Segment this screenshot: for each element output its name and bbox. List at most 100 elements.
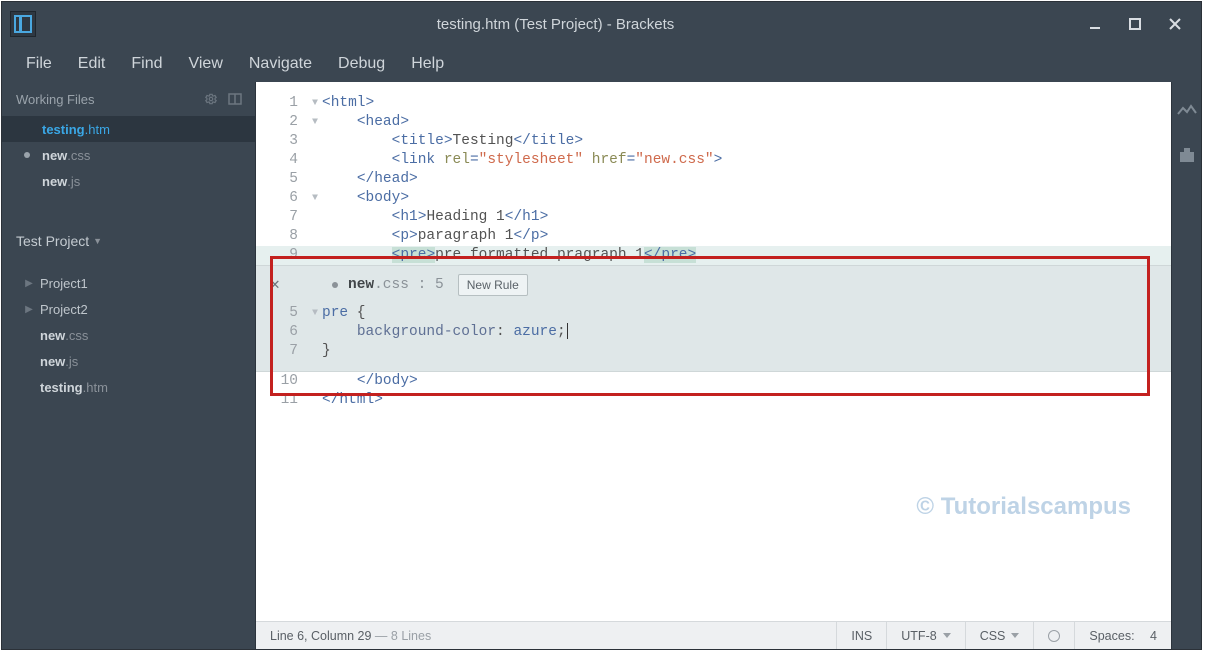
working-file-new-js[interactable]: new.js (2, 168, 255, 194)
close-button[interactable] (1155, 9, 1195, 39)
line-number: 1 (256, 94, 308, 113)
modified-dot-icon (24, 152, 30, 158)
maximize-button[interactable] (1115, 9, 1155, 39)
tok: "new.css" (635, 152, 713, 168)
line-number: 7 (256, 208, 308, 227)
tree-file-new-css[interactable]: new.css (2, 322, 255, 348)
file-ext: .htm (83, 380, 108, 395)
working-file-new-css[interactable]: new.css (2, 142, 255, 168)
chevron-right-icon: ▶ (24, 278, 34, 289)
window-title: testing.htm (Test Project) - Brackets (36, 16, 1075, 33)
tok: "stylesheet" (479, 152, 583, 168)
tok: body (374, 373, 409, 389)
tok: html (339, 392, 374, 408)
tok: } (322, 343, 331, 359)
inline-file-base: new (348, 277, 374, 293)
file-base: new (42, 148, 67, 163)
project-label: Test Project (16, 233, 89, 249)
tok: pre (661, 247, 687, 263)
line-number: 6 (256, 189, 308, 208)
tok: Testing (453, 133, 514, 149)
tree-file-new-js[interactable]: new.js (2, 348, 255, 374)
line-number: 8 (256, 227, 308, 246)
menu-edit[interactable]: Edit (68, 49, 116, 79)
menu-help[interactable]: Help (401, 49, 454, 79)
line-number: 6 (256, 323, 308, 342)
working-files-label: Working Files (16, 92, 95, 107)
statusbar: Line 6, Column 29 — 8 Lines INS UTF-8 CS… (256, 621, 1171, 649)
file-base: testing (42, 122, 85, 137)
status-spaces[interactable]: Spaces: 4 (1074, 622, 1171, 649)
project-tree: ▶ Project1 ▶ Project2 new.css new.js tes… (2, 266, 255, 400)
line-number: 5 (256, 170, 308, 189)
sidebar: Working Files testing.htm new.css (2, 82, 256, 649)
quick-edit-header: ✕ new.css : 5 New Rule (256, 266, 1171, 304)
body: Working Files testing.htm new.css (2, 82, 1201, 649)
file-base: new (40, 354, 65, 369)
tok: h1 (522, 209, 539, 225)
tok: link (400, 152, 435, 168)
menu-file[interactable]: File (16, 49, 62, 79)
file-base: testing (40, 380, 83, 395)
tree-file-testing-htm[interactable]: testing.htm (2, 374, 255, 400)
status-language[interactable]: CSS (965, 622, 1034, 649)
menu-navigate[interactable]: Navigate (239, 49, 322, 79)
split-view-icon[interactable] (225, 89, 245, 109)
chevron-down-icon (943, 633, 951, 638)
chevron-down-icon (1011, 633, 1019, 638)
tok: body (366, 190, 401, 206)
minimize-button[interactable] (1075, 9, 1115, 39)
folder-label: Project2 (40, 302, 88, 317)
right-rail (1171, 82, 1201, 649)
circle-icon (1048, 630, 1060, 642)
file-ext: .js (65, 354, 78, 369)
project-dropdown[interactable]: Test Project ▼ (2, 224, 255, 258)
code-editor[interactable]: 1▼<html> 2▼ <head> 3 <title>Testing</tit… (256, 82, 1171, 621)
tok: pre (400, 247, 426, 263)
line-number: 5 (256, 304, 308, 323)
gear-icon[interactable] (201, 89, 221, 109)
menu-find[interactable]: Find (121, 49, 172, 79)
tree-folder-project2[interactable]: ▶ Project2 (2, 296, 255, 322)
menu-view[interactable]: View (178, 49, 232, 79)
working-files-list: testing.htm new.css new.js (2, 116, 255, 200)
line-number: 9 (256, 246, 308, 265)
working-file-testing-htm[interactable]: testing.htm (2, 116, 255, 142)
tok: background-color (357, 324, 496, 340)
status-lint[interactable] (1033, 622, 1074, 649)
inline-file-ext: .css (374, 277, 409, 293)
titlebar: testing.htm (Test Project) - Brackets (2, 2, 1201, 46)
tok: head (374, 171, 409, 187)
menubar: File Edit Find View Navigate Debug Help (2, 46, 1201, 82)
status-ins[interactable]: INS (836, 622, 886, 649)
inline-code-editor[interactable]: 5▼pre { 6 background-color: azure; 7} (256, 304, 1171, 361)
tree-folder-project1[interactable]: ▶ Project1 (2, 270, 255, 296)
tok: paragraph 1 (418, 228, 514, 244)
editor-main: 1▼<html> 2▼ <head> 3 <title>Testing</tit… (256, 82, 1171, 649)
file-ext: .htm (85, 122, 110, 137)
tok: Heading 1 (426, 209, 504, 225)
tok: pre (322, 305, 348, 321)
tok: ; (557, 324, 566, 340)
app-logo-icon (10, 11, 36, 37)
line-number: 3 (256, 132, 308, 151)
close-icon[interactable]: ✕ (264, 276, 286, 295)
tok: azure (513, 324, 557, 340)
window-controls (1075, 9, 1201, 39)
file-ext: .css (67, 148, 90, 163)
extensions-icon[interactable] (1176, 144, 1198, 166)
inline-file-lineno: : 5 (409, 277, 444, 293)
status-encoding[interactable]: UTF-8 (886, 622, 964, 649)
tok: h1 (400, 209, 417, 225)
modified-dot-icon (332, 282, 338, 288)
editor-area: 1▼<html> 2▼ <head> 3 <title>Testing</tit… (256, 82, 1201, 649)
new-rule-button[interactable]: New Rule (458, 274, 528, 296)
tok: title (400, 133, 444, 149)
live-preview-icon[interactable] (1176, 100, 1198, 122)
menu-debug[interactable]: Debug (328, 49, 395, 79)
chevron-down-icon: ▼ (93, 236, 102, 246)
tok: href (592, 152, 627, 168)
tok: title (531, 133, 575, 149)
line-number: 11 (256, 391, 308, 410)
line-number: 10 (256, 372, 308, 391)
